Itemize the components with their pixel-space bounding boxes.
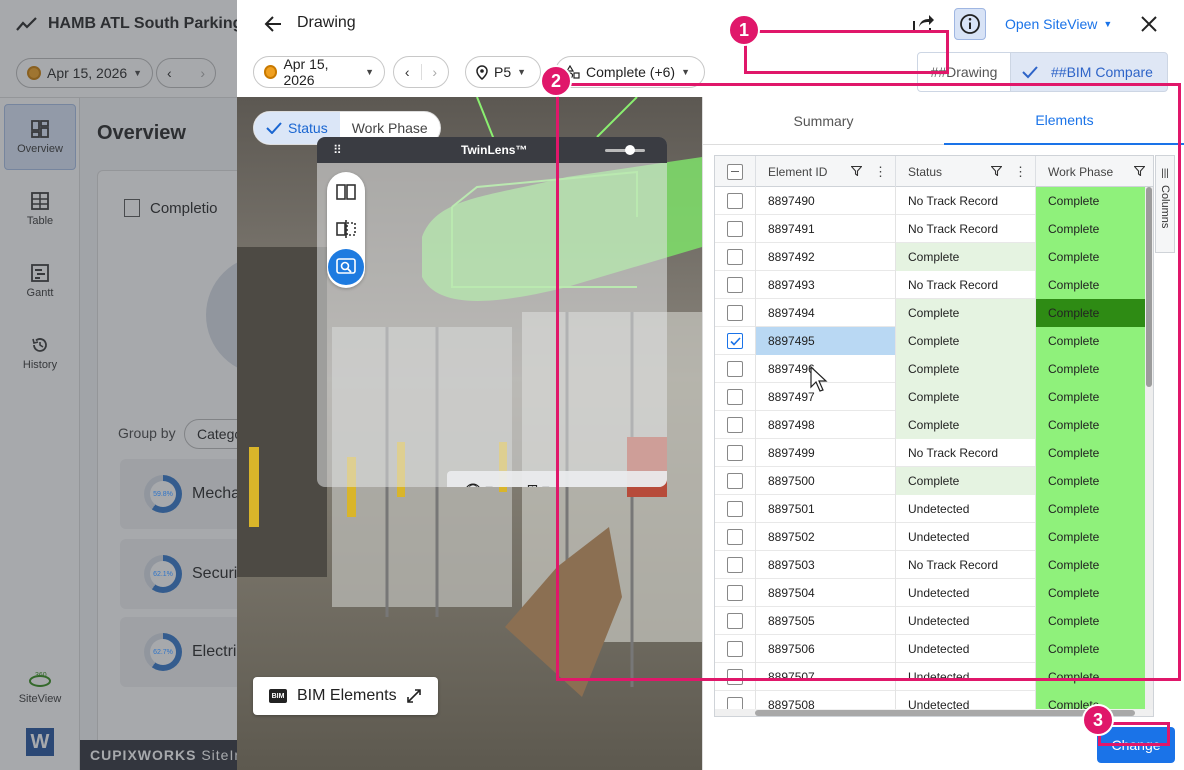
chevron-down-icon: ▼: [681, 67, 691, 77]
next-date-button[interactable]: ›: [420, 64, 449, 80]
level-select[interactable]: P5 ▼: [465, 56, 541, 88]
element-id-cell: 8897508: [756, 691, 896, 709]
expand-icon: [406, 689, 421, 703]
chevron-down-icon: ▼: [517, 67, 527, 77]
arrow-left-icon: [264, 16, 281, 32]
toggle-status-label: Status: [288, 120, 328, 136]
donut-percent: 62.1%: [153, 570, 173, 578]
location-pin-icon: [476, 64, 488, 80]
tab-bim-compare-label: ##BIM Compare: [1051, 64, 1153, 80]
lens-icon: [336, 258, 356, 274]
dialog-header: Drawing Open SiteView ▼: [237, 0, 1184, 48]
check-icon: [266, 122, 282, 134]
donut-percent: 59.8%: [153, 490, 173, 498]
floorplan-icon[interactable]: ⊞ ▾: [527, 481, 550, 488]
date-nav: ‹ ›: [393, 56, 449, 88]
status-filter-label: Complete (+6): [586, 64, 676, 80]
table-row[interactable]: 8897508 Undetected Complete: [715, 691, 1145, 709]
open-siteview-label: Open SiteView: [1005, 16, 1098, 32]
split-view-button[interactable]: [328, 174, 364, 210]
check-icon: [1022, 66, 1038, 79]
grid-icon: ⠿: [333, 143, 342, 157]
open-siteview-button[interactable]: Open SiteView ▼: [1005, 16, 1112, 32]
annotation-badge-3: 3: [1082, 704, 1114, 736]
annotation-badge-1: 1: [728, 14, 760, 46]
info-button[interactable]: [954, 8, 986, 40]
annotation-box-1: [744, 30, 949, 74]
twinlens-title: TwinLens™: [461, 143, 528, 157]
eye-icon[interactable]: 👁 ▾: [464, 481, 493, 488]
split-view-icon: [336, 184, 356, 200]
close-icon: [1141, 16, 1157, 32]
swipe-view-icon: [336, 220, 356, 238]
annotation-badge-2: 2: [540, 65, 572, 97]
annotation-box-2: [556, 83, 1181, 681]
view-mode-toolbar: [327, 172, 365, 288]
info-icon: [960, 14, 980, 34]
dialog-title: Drawing: [297, 14, 356, 31]
row-checkbox[interactable]: [727, 697, 743, 709]
chevron-down-icon: ▼: [365, 67, 374, 77]
sun-icon: [264, 65, 278, 79]
twinlens-view-button[interactable]: [328, 249, 364, 285]
date-label: Apr 15, 2026: [283, 56, 329, 88]
donut-percent: 62.7%: [153, 648, 173, 656]
date-select[interactable]: Apr 15, 2026 ▼: [253, 56, 385, 88]
previous-date-button[interactable]: ‹: [394, 64, 421, 80]
swipe-view-button[interactable]: [328, 211, 364, 247]
bim-icon: BIM: [269, 689, 287, 703]
close-button[interactable]: [1135, 10, 1163, 38]
toggle-work-phase-label: Work Phase: [351, 120, 428, 136]
chevron-down-icon: ▼: [1103, 19, 1113, 29]
bim-elements-label: BIM Elements: [297, 687, 397, 704]
row-checkbox-cell: [715, 691, 756, 709]
back-button[interactable]: [261, 12, 285, 36]
level-label: P5: [494, 64, 512, 80]
status-cell: Undetected: [896, 691, 1036, 709]
bim-elements-button[interactable]: BIM BIM Elements: [253, 677, 438, 715]
